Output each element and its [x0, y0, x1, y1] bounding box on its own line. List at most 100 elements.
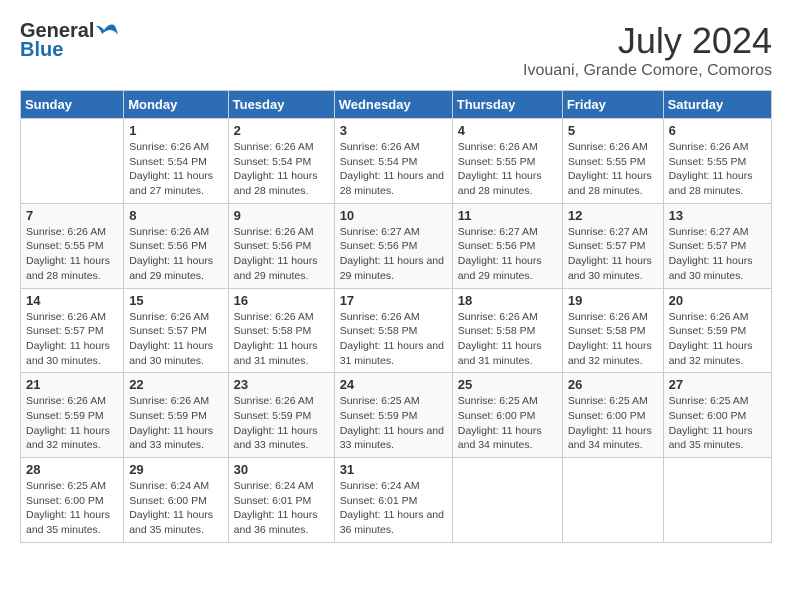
calendar-cell: 21 Sunrise: 6:26 AMSunset: 5:59 PMDayligh…	[21, 373, 124, 458]
day-number: 29	[129, 462, 222, 477]
column-header-thursday: Thursday	[452, 91, 562, 119]
calendar-week-row: 21 Sunrise: 6:26 AMSunset: 5:59 PMDayligh…	[21, 373, 772, 458]
calendar-cell: 30 Sunrise: 6:24 AMSunset: 6:01 PMDayligh…	[228, 458, 334, 543]
day-number: 25	[458, 377, 557, 392]
logo-blue-text: Blue	[20, 39, 63, 62]
calendar-cell: 8Sunrise: 6:26 AMSunset: 5:56 PMDaylight…	[124, 203, 228, 288]
day-number: 19	[568, 293, 658, 308]
cell-info: Sunrise: 6:26 AMSunset: 5:59 PMDaylight:…	[129, 394, 222, 453]
cell-info: Sunrise: 6:26 AMSunset: 5:55 PMDaylight:…	[458, 140, 557, 199]
day-number: 27	[669, 377, 766, 392]
day-number: 30	[234, 462, 329, 477]
calendar-cell: 14 Sunrise: 6:26 AMSunset: 5:57 PMDayligh…	[21, 288, 124, 373]
cell-info: Sunrise: 6:26 AMSunset: 5:55 PMDaylight:…	[26, 225, 118, 284]
cell-info: Sunrise: 6:26 AMSunset: 5:58 PMDaylight:…	[340, 310, 447, 369]
day-number: 14	[26, 293, 118, 308]
day-number: 23	[234, 377, 329, 392]
calendar-cell: 3Sunrise: 6:26 AMSunset: 5:54 PMDaylight…	[334, 119, 452, 204]
cell-info: Sunrise: 6:26 AMSunset: 5:57 PMDaylight:…	[129, 310, 222, 369]
cell-info: Sunrise: 6:26 AMSunset: 5:54 PMDaylight:…	[234, 140, 329, 199]
day-number: 12	[568, 208, 658, 223]
column-header-friday: Friday	[562, 91, 663, 119]
day-number: 4	[458, 123, 557, 138]
calendar-cell: 9 Sunrise: 6:26 AMSunset: 5:56 PMDaylight…	[228, 203, 334, 288]
calendar-cell: 13Sunrise: 6:27 AMSunset: 5:57 PMDayligh…	[663, 203, 771, 288]
calendar-table: SundayMondayTuesdayWednesdayThursdayFrid…	[20, 90, 772, 543]
cell-info: Sunrise: 6:26 AMSunset: 5:56 PMDaylight:…	[234, 225, 329, 284]
day-number: 7	[26, 208, 118, 223]
day-number: 22	[129, 377, 222, 392]
day-number: 3	[340, 123, 447, 138]
day-number: 13	[669, 208, 766, 223]
cell-info: Sunrise: 6:26 AMSunset: 5:59 PMDaylight:…	[669, 310, 766, 369]
cell-info: Sunrise: 6:24 AMSunset: 6:01 PMDaylight:…	[234, 479, 329, 538]
calendar-cell: 26 Sunrise: 6:25 AMSunset: 6:00 PMDayligh…	[562, 373, 663, 458]
day-number: 5	[568, 123, 658, 138]
day-number: 26	[568, 377, 658, 392]
cell-info: Sunrise: 6:26 AMSunset: 5:58 PMDaylight:…	[568, 310, 658, 369]
calendar-cell: 10Sunrise: 6:27 AMSunset: 5:56 PMDayligh…	[334, 203, 452, 288]
title-section: July 2024 Ivouani, Grande Comore, Comoro…	[523, 20, 772, 80]
location: Ivouani, Grande Comore, Comoros	[523, 62, 772, 80]
cell-info: Sunrise: 6:27 AMSunset: 5:56 PMDaylight:…	[458, 225, 557, 284]
cell-info: Sunrise: 6:26 AMSunset: 5:57 PMDaylight:…	[26, 310, 118, 369]
calendar-cell: 12 Sunrise: 6:27 AMSunset: 5:57 PMDayligh…	[562, 203, 663, 288]
day-number: 24	[340, 377, 447, 392]
calendar-cell: 31 Sunrise: 6:24 AMSunset: 6:01 PMDayligh…	[334, 458, 452, 543]
column-header-saturday: Saturday	[663, 91, 771, 119]
calendar-header-row: SundayMondayTuesdayWednesdayThursdayFrid…	[21, 91, 772, 119]
column-header-tuesday: Tuesday	[228, 91, 334, 119]
logo: General Blue	[20, 20, 118, 62]
day-number: 28	[26, 462, 118, 477]
calendar-cell: 4 Sunrise: 6:26 AMSunset: 5:55 PMDaylight…	[452, 119, 562, 204]
day-number: 17	[340, 293, 447, 308]
calendar-cell: 23 Sunrise: 6:26 AMSunset: 5:59 PMDayligh…	[228, 373, 334, 458]
day-number: 11	[458, 208, 557, 223]
cell-info: Sunrise: 6:25 AMSunset: 6:00 PMDaylight:…	[458, 394, 557, 453]
calendar-cell: 25 Sunrise: 6:25 AMSunset: 6:00 PMDayligh…	[452, 373, 562, 458]
calendar-cell: 2 Sunrise: 6:26 AMSunset: 5:54 PMDaylight…	[228, 119, 334, 204]
calendar-cell: 16Sunrise: 6:26 AMSunset: 5:58 PMDayligh…	[228, 288, 334, 373]
column-header-wednesday: Wednesday	[334, 91, 452, 119]
calendar-cell	[663, 458, 771, 543]
calendar-cell: 11 Sunrise: 6:27 AMSunset: 5:56 PMDayligh…	[452, 203, 562, 288]
calendar-cell: 19 Sunrise: 6:26 AMSunset: 5:58 PMDayligh…	[562, 288, 663, 373]
calendar-cell: 15 Sunrise: 6:26 AMSunset: 5:57 PMDayligh…	[124, 288, 228, 373]
calendar-cell	[562, 458, 663, 543]
day-number: 31	[340, 462, 447, 477]
cell-info: Sunrise: 6:26 AMSunset: 5:54 PMDaylight:…	[129, 140, 222, 199]
cell-info: Sunrise: 6:24 AMSunset: 6:01 PMDaylight:…	[340, 479, 447, 538]
calendar-cell: 22 Sunrise: 6:26 AMSunset: 5:59 PMDayligh…	[124, 373, 228, 458]
cell-info: Sunrise: 6:26 AMSunset: 5:59 PMDaylight:…	[234, 394, 329, 453]
column-header-monday: Monday	[124, 91, 228, 119]
cell-info: Sunrise: 6:26 AMSunset: 5:55 PMDaylight:…	[669, 140, 766, 199]
column-header-sunday: Sunday	[21, 91, 124, 119]
calendar-cell: 29Sunrise: 6:24 AMSunset: 6:00 PMDayligh…	[124, 458, 228, 543]
day-number: 6	[669, 123, 766, 138]
cell-info: Sunrise: 6:25 AMSunset: 6:00 PMDaylight:…	[669, 394, 766, 453]
calendar-cell: 27 Sunrise: 6:25 AMSunset: 6:00 PMDayligh…	[663, 373, 771, 458]
cell-info: Sunrise: 6:25 AMSunset: 6:00 PMDaylight:…	[26, 479, 118, 538]
calendar-cell: 28 Sunrise: 6:25 AMSunset: 6:00 PMDayligh…	[21, 458, 124, 543]
calendar-cell	[452, 458, 562, 543]
day-number: 15	[129, 293, 222, 308]
calendar-cell: 7 Sunrise: 6:26 AMSunset: 5:55 PMDaylight…	[21, 203, 124, 288]
day-number: 18	[458, 293, 557, 308]
cell-info: Sunrise: 6:25 AMSunset: 5:59 PMDaylight:…	[340, 394, 447, 453]
day-number: 2	[234, 123, 329, 138]
cell-info: Sunrise: 6:25 AMSunset: 6:00 PMDaylight:…	[568, 394, 658, 453]
calendar-cell: 6 Sunrise: 6:26 AMSunset: 5:55 PMDaylight…	[663, 119, 771, 204]
day-number: 21	[26, 377, 118, 392]
day-number: 10	[340, 208, 447, 223]
calendar-cell: 24 Sunrise: 6:25 AMSunset: 5:59 PMDayligh…	[334, 373, 452, 458]
calendar-week-row: 14 Sunrise: 6:26 AMSunset: 5:57 PMDayligh…	[21, 288, 772, 373]
day-number: 1	[129, 123, 222, 138]
cell-info: Sunrise: 6:26 AMSunset: 5:59 PMDaylight:…	[26, 394, 118, 453]
calendar-week-row: 7 Sunrise: 6:26 AMSunset: 5:55 PMDaylight…	[21, 203, 772, 288]
day-number: 9	[234, 208, 329, 223]
calendar-cell	[21, 119, 124, 204]
cell-info: Sunrise: 6:27 AMSunset: 5:57 PMDaylight:…	[568, 225, 658, 284]
calendar-cell: 1 Sunrise: 6:26 AMSunset: 5:54 PMDaylight…	[124, 119, 228, 204]
month-year: July 2024	[523, 20, 772, 62]
day-number: 20	[669, 293, 766, 308]
